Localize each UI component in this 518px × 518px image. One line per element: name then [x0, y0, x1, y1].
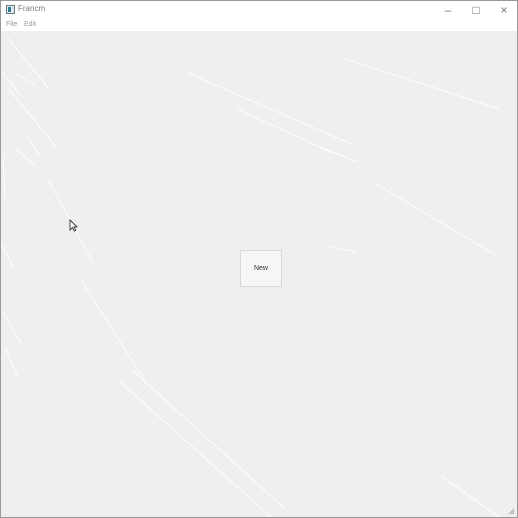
mouse-pointer-icon [69, 219, 78, 232]
minimize-button[interactable]: – [434, 1, 462, 19]
close-icon: × [500, 3, 508, 17]
maximize-button[interactable]: □ [462, 1, 490, 19]
new-button[interactable]: New [240, 250, 282, 287]
menu-bar: File Edit [1, 19, 517, 31]
application-window: Francm – □ × File Edit New [0, 0, 518, 518]
title-bar[interactable]: Francm – □ × [1, 1, 517, 19]
resize-grip-icon[interactable] [508, 508, 515, 515]
maximize-icon: □ [472, 3, 480, 17]
app-icon [6, 5, 15, 14]
menu-edit[interactable]: Edit [24, 21, 36, 29]
window-title: Francm [18, 4, 46, 13]
menu-file[interactable]: File [6, 21, 17, 29]
minimize-icon: – [444, 3, 452, 17]
main-canvas[interactable]: New [1, 31, 517, 517]
close-button[interactable]: × [490, 1, 517, 19]
